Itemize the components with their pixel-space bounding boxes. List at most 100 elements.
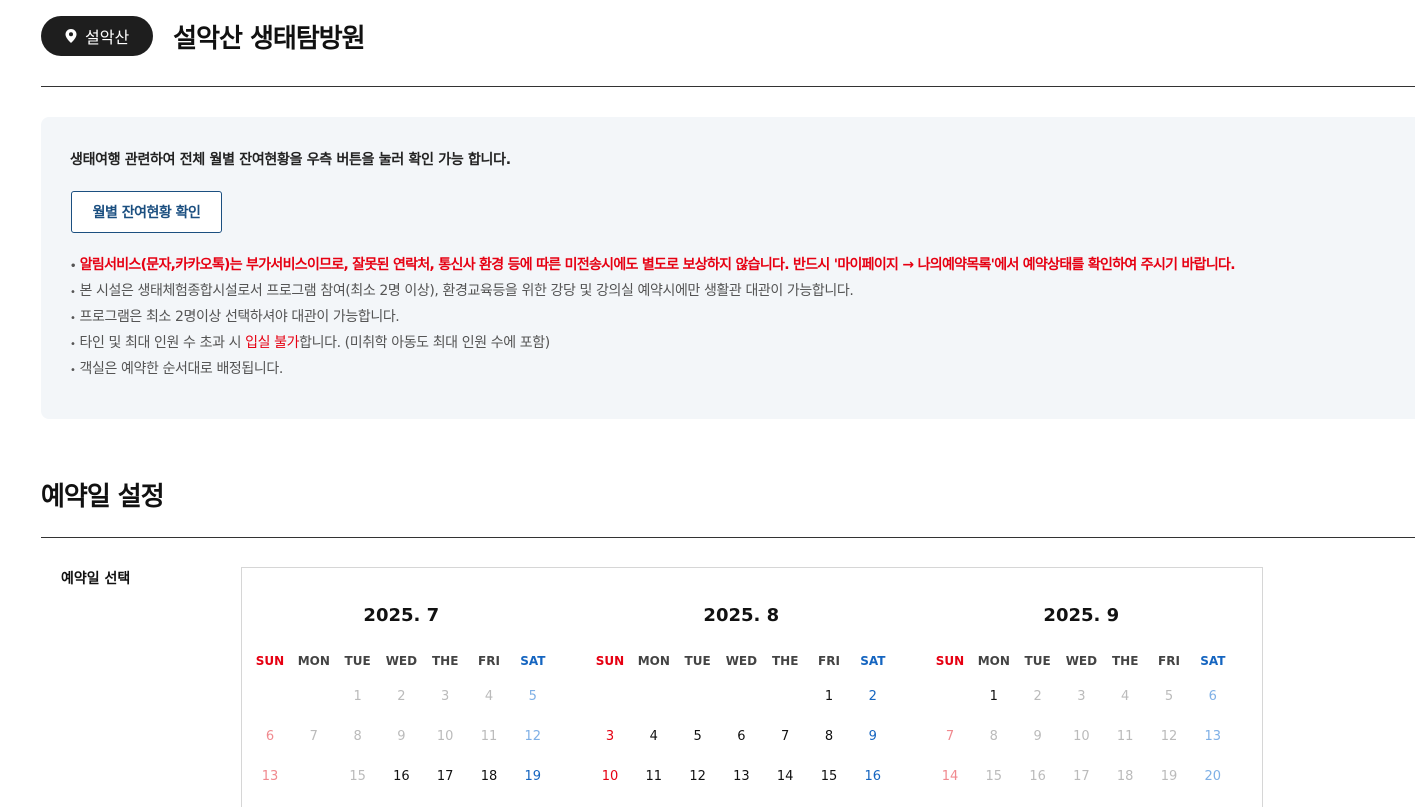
date-cell[interactable]: 7 bbox=[763, 717, 807, 757]
weekday-header: FRI bbox=[478, 654, 500, 668]
date-number: 6 bbox=[737, 729, 746, 744]
date-number: 16 bbox=[393, 769, 410, 784]
date-number: 13 bbox=[733, 769, 750, 784]
date-number: 20 bbox=[1204, 769, 1222, 784]
date-cell: 12 bbox=[511, 717, 555, 757]
date-cell[interactable]: 15 bbox=[807, 757, 851, 797]
date-number: 8 bbox=[353, 729, 362, 744]
date-cell: 11 bbox=[1103, 717, 1147, 757]
page-header: 설악산 설악산 생태탐방원 bbox=[41, 16, 366, 56]
date-cell[interactable]: 16 bbox=[379, 757, 423, 797]
date-cell[interactable]: 17 bbox=[423, 757, 467, 797]
date-number: 5 bbox=[1164, 689, 1174, 704]
date-number: 5 bbox=[528, 689, 537, 704]
date-number: 3 bbox=[441, 689, 450, 704]
date-number: 5 bbox=[693, 729, 702, 744]
date-number: 14 bbox=[776, 769, 794, 784]
date-cell: 5 bbox=[511, 677, 555, 717]
date-cell: 2 bbox=[379, 677, 423, 717]
date-number: 2 bbox=[868, 689, 877, 704]
date-number: 2 bbox=[397, 689, 406, 704]
date-cell: 1 bbox=[336, 677, 380, 717]
notice-text: 합니다. (미취학 아동도 최대 인원 수에 포함) bbox=[299, 335, 550, 351]
date-number: 12 bbox=[524, 729, 542, 744]
date-number: 13 bbox=[261, 769, 279, 784]
date-cell: 17 bbox=[1059, 757, 1103, 797]
date-number: 1 bbox=[824, 689, 834, 704]
date-cell[interactable]: 4 bbox=[632, 717, 676, 757]
date-number: 6 bbox=[1208, 689, 1217, 704]
date-number: 1 bbox=[989, 689, 998, 704]
date-number: 13 bbox=[1204, 729, 1222, 744]
date-cell[interactable]: 18 bbox=[467, 757, 511, 797]
date-cell[interactable]: 8 bbox=[807, 717, 851, 757]
calendar: 2025. 7 SUN MON TUE WED THE FRI SAT 1 2 3 4 5 6 7 8 9 10 1… bbox=[241, 567, 1263, 807]
date-number: 7 bbox=[309, 729, 318, 744]
weekday-header: THE bbox=[771, 654, 799, 668]
date-cell: 5 bbox=[1147, 677, 1191, 717]
date-number: 16 bbox=[864, 769, 882, 784]
date-cell: 14 bbox=[928, 757, 972, 797]
date-number: 9 bbox=[868, 729, 877, 744]
weekday-header: MON bbox=[297, 654, 330, 668]
date-cell[interactable]: 10 bbox=[588, 757, 632, 797]
weekday-header: WED bbox=[385, 654, 418, 668]
date-cell[interactable]: 5 bbox=[676, 717, 720, 757]
header-divider bbox=[41, 86, 1415, 87]
date-number: 12 bbox=[1160, 729, 1178, 744]
date-cell[interactable]: 6 bbox=[719, 717, 763, 757]
date-number: 3 bbox=[605, 729, 615, 744]
date-cell[interactable]: 1 bbox=[807, 677, 851, 717]
date-number: 7 bbox=[945, 729, 955, 744]
date-number: 9 bbox=[397, 729, 406, 744]
date-cell: 10 bbox=[1059, 717, 1103, 757]
notice-item: 본 시설은 생태체험종합시설로서 프로그램 참여(최소 2명 이상), 환경교육… bbox=[70, 279, 1235, 305]
date-number: 18 bbox=[480, 769, 498, 784]
weekday-header: WED bbox=[1065, 654, 1098, 668]
selected-date-cell[interactable]: 14 bbox=[292, 757, 336, 797]
monthly-availability-button[interactable]: 월별 잔여현황 확인 bbox=[71, 191, 222, 233]
date-number: 10 bbox=[1073, 729, 1090, 744]
date-cell[interactable]: 9 bbox=[851, 717, 895, 757]
date-number: 3 bbox=[1077, 689, 1086, 704]
date-cell: 15 bbox=[972, 757, 1016, 797]
month-title: 2025. 9 bbox=[1043, 605, 1120, 626]
notice-item: 타인 및 최대 인원 수 초과 시 입실 불가합니다. (미취학 아동도 최대 … bbox=[70, 331, 1235, 357]
date-cell: 7 bbox=[292, 717, 336, 757]
date-number: 15 bbox=[349, 769, 366, 784]
section-divider bbox=[41, 537, 1415, 538]
notice-list: 알림서비스(문자,카카오톡)는 부가서비스이므로, 잘못된 연락처, 통신사 환… bbox=[70, 253, 1236, 383]
date-cell: 7 bbox=[928, 717, 972, 757]
weekday-header: FRI bbox=[1158, 654, 1180, 668]
location-badge[interactable]: 설악산 bbox=[41, 16, 154, 56]
date-cell: 3 bbox=[423, 677, 467, 717]
date-number: 17 bbox=[436, 769, 454, 784]
date-cell[interactable]: 16 bbox=[851, 757, 895, 797]
date-cell[interactable]: 19 bbox=[511, 757, 555, 797]
weekday-header: SUN bbox=[935, 654, 965, 668]
weekday-header: WED bbox=[725, 654, 758, 668]
date-cell: 8 bbox=[336, 717, 380, 757]
date-number: 19 bbox=[1160, 769, 1178, 784]
month-title: 2025. 8 bbox=[703, 605, 780, 626]
notice-item: 프로그램은 최소 2명이상 선택하셔야 대관이 가능합니다. bbox=[70, 305, 1235, 331]
date-cell[interactable]: 14 bbox=[763, 757, 807, 797]
date-cell[interactable]: 3 bbox=[588, 717, 632, 757]
location-label: 설악산 bbox=[85, 28, 130, 47]
date-cell: 8 bbox=[972, 717, 1016, 757]
date-number: 4 bbox=[1121, 689, 1130, 704]
notice-item: 객실은 예약한 순서대로 배정됩니다. bbox=[70, 357, 1235, 383]
date-number: 8 bbox=[989, 729, 998, 744]
date-number: 10 bbox=[436, 729, 454, 744]
date-cell[interactable]: 13 bbox=[719, 757, 763, 797]
date-cell[interactable]: 2 bbox=[851, 677, 895, 717]
date-cell: 20 bbox=[1191, 757, 1235, 797]
date-number: 15 bbox=[985, 769, 1003, 784]
date-cell: 15 bbox=[336, 757, 380, 797]
date-number: 6 bbox=[265, 729, 275, 744]
notice-alert-item: 알림서비스(문자,카카오톡)는 부가서비스이므로, 잘못된 연락처, 통신사 환… bbox=[70, 253, 1236, 279]
date-cell[interactable]: 1 bbox=[972, 677, 1016, 717]
date-number: 16 bbox=[1029, 769, 1046, 784]
date-cell[interactable]: 12 bbox=[676, 757, 720, 797]
date-cell[interactable]: 11 bbox=[632, 757, 676, 797]
